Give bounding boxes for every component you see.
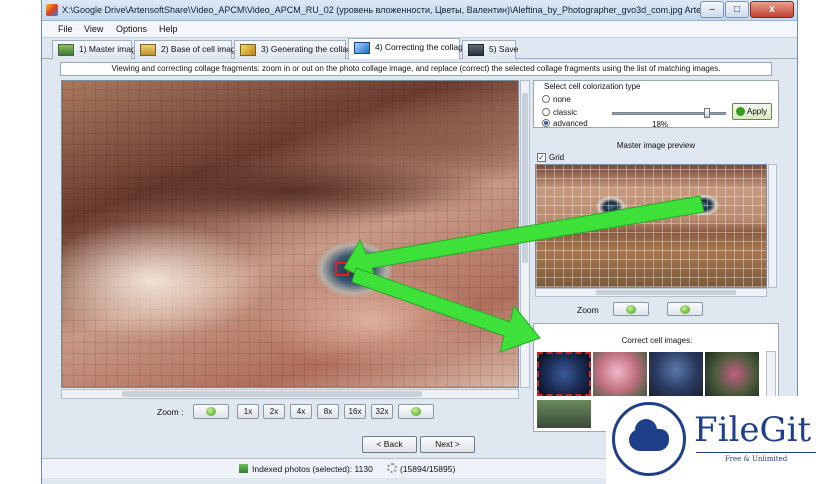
plus-icon [411,407,421,416]
zoom-4x-button[interactable]: 4x [290,404,312,419]
radio-classic-label: classic [553,108,578,117]
preview-zoom-label: Zoom [577,305,599,315]
menu-options[interactable]: Options [116,24,147,34]
minus-icon [206,407,216,416]
slider-thumb[interactable] [704,108,710,118]
watermark-tagline: Free & Unlimited [696,452,816,463]
zoom-1x-button[interactable]: 1x [237,404,259,419]
selected-cell-highlight[interactable] [335,262,349,276]
window-title: X:\Google Drive\ArtensoftShare\Video_APC… [62,5,712,15]
zoom-16x-button[interactable]: 16x [344,404,366,419]
scroll-thumb[interactable] [522,93,528,263]
title-bar: X:\Google Drive\ArtensoftShare\Video_APC… [42,0,797,21]
slider-value: 18% [652,120,669,129]
tab-generating-the-collage[interactable]: 3) Generating the collage [234,40,356,59]
master-image-preview[interactable] [535,164,767,288]
floppy-disk-icon [468,44,484,56]
zoom-8x-button[interactable]: 8x [317,404,339,419]
filegit-logo [612,402,686,476]
back-button[interactable]: < Back [362,436,417,453]
tab-label: 1) Master image [79,44,141,54]
cell-image-thumbnail[interactable] [705,352,759,396]
apply-label: Apply [747,107,768,116]
cell-image-thumbnail[interactable] [536,351,592,397]
cell-image-thumbnail[interactable] [593,352,647,396]
apply-button[interactable]: Apply [732,103,772,120]
progress-spinner-icon [387,463,397,473]
photos-icon [239,464,248,473]
radio-classic[interactable] [542,108,550,116]
minimize-button[interactable]: – [700,1,724,18]
magic-wand-icon [240,44,256,56]
app-icon [46,4,58,16]
cube-icon [354,42,370,54]
check-icon [736,107,745,116]
close-button[interactable]: x [750,1,794,18]
preview-horizontal-scrollbar[interactable] [535,288,767,297]
menu-file[interactable]: File [58,24,73,34]
menu-bar: File View Options Help [42,21,797,38]
tab-save[interactable]: 5) Save [462,40,519,59]
zoom-in-button[interactable] [398,404,434,419]
next-button[interactable]: Next > [420,436,475,453]
colorization-group: Select cell colorization type none class… [533,80,779,129]
tab-base-of-cell-images[interactable]: 2) Base of cell images [134,40,245,59]
cell-image-thumbnail[interactable] [649,352,703,396]
radio-none-label: none [553,95,571,104]
minus-icon [626,305,636,314]
filegit-watermark: FileGit Free & Unlimited [606,396,830,484]
radio-advanced[interactable] [542,119,550,127]
scroll-thumb[interactable] [122,391,422,397]
tab-correcting-the-collage[interactable]: 4) Correcting the collage [348,38,468,59]
collage-horizontal-scrollbar[interactable] [61,389,519,399]
preview-zoom-out-button[interactable] [613,302,649,316]
zoom-label: Zoom : [157,407,184,417]
tab-label: 5) Save [489,44,519,54]
tab-label: 3) Generating the collage [261,44,357,54]
cell-images-title: Correct cell images: [621,336,693,345]
zoom-2x-button[interactable]: 2x [263,404,285,419]
zoom-out-button[interactable] [193,404,229,419]
colorization-legend: Select cell colorization type [542,82,643,91]
maximize-button[interactable]: □ [725,1,749,18]
indexed-photos-status: Indexed photos (selected): 1130 [252,464,373,474]
tab-bar: 1) Master image 2) Base of cell images 3… [42,38,797,59]
collage-vertical-scrollbar[interactable] [520,80,530,388]
scroll-thumb[interactable] [596,290,736,295]
preview-vertical-scrollbar[interactable] [768,164,777,288]
zoom-32x-button[interactable]: 32x [371,404,393,419]
preview-zoom-in-button[interactable] [667,302,703,316]
collage-canvas[interactable] [61,80,519,388]
grid-checkbox[interactable]: ✓ [537,153,546,162]
folder-add-icon [140,44,156,56]
grid-label: Grid [549,153,565,162]
radio-advanced-label: advanced [553,119,588,128]
right-panel: Select cell colorization type none class… [533,80,779,432]
menu-help[interactable]: Help [159,24,178,34]
menu-view[interactable]: View [84,24,103,34]
plus-icon [680,305,690,314]
index-count-status: (15894/15895) [400,464,456,474]
cell-image-thumbnail[interactable] [537,400,591,428]
tab-label: 4) Correcting the collage [375,42,468,52]
preview-title: Master image preview [616,141,696,150]
radio-none[interactable] [542,95,550,103]
tab-label: 2) Base of cell images [161,44,245,54]
image-icon [58,44,74,56]
instruction-bar: Viewing and correcting collage fragments… [60,62,772,76]
preview-grid-overlay [536,165,766,287]
tab-master-image[interactable]: 1) Master image [52,40,140,59]
watermark-name: FileGit [694,410,812,450]
